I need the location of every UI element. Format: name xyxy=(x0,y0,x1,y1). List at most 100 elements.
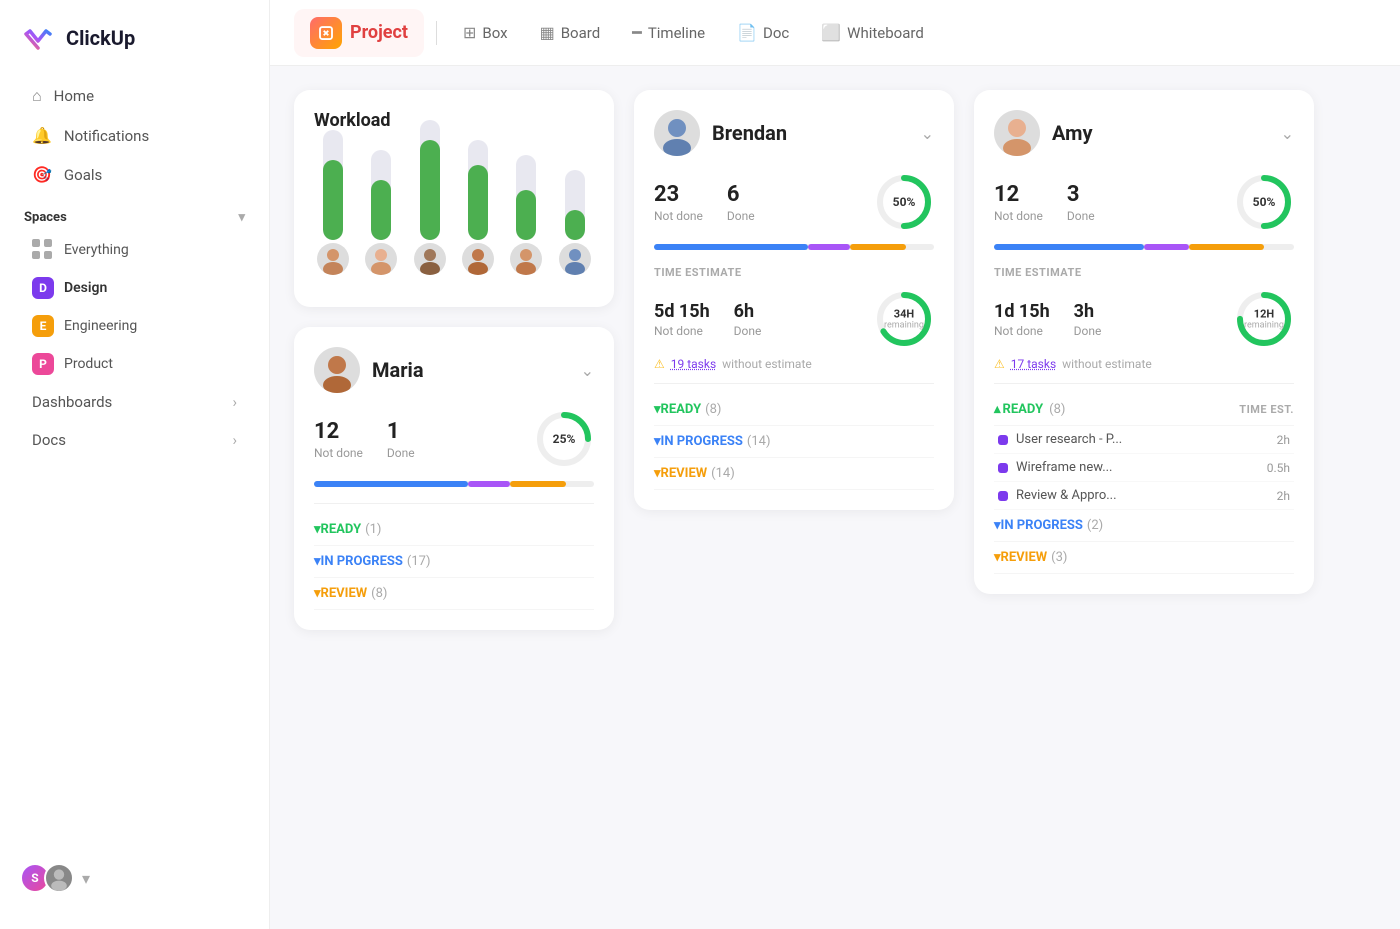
maria-header: Maria ⌄ xyxy=(314,347,594,393)
task-row-3: Review & Appro... 2h xyxy=(994,482,1294,510)
bar-fill-4 xyxy=(468,165,488,240)
clickup-logo-icon xyxy=(20,20,56,56)
amy-status-review[interactable]: ▾ REVIEW (3) xyxy=(994,542,1294,574)
bar-group-3 xyxy=(411,120,449,275)
amy-header: Amy ⌄ xyxy=(994,110,1294,156)
brendan-progress-label: IN PROGRESS xyxy=(661,434,743,449)
logo-area: ClickUp xyxy=(0,20,269,76)
amy-ready-arrow: ▴ xyxy=(994,402,1001,417)
amy-donut: 50% xyxy=(1234,172,1294,232)
maria-statuses: ▾ READY (1) ▾ IN PROGRESS (17) ▾ REVIEW xyxy=(314,503,594,610)
everything-icon xyxy=(32,239,54,261)
brendan-not-done-label: Not done xyxy=(654,209,703,223)
bar-group-6 xyxy=(556,170,594,275)
nav-divider xyxy=(436,21,437,45)
amy-time-donut: 12H remaining xyxy=(1234,289,1294,349)
amy-warning-link[interactable]: 17 tasks xyxy=(1011,357,1056,371)
sidebar-item-goals[interactable]: 🎯 Goals xyxy=(8,155,261,194)
sidebar-item-notifications-label: Notifications xyxy=(64,127,149,145)
user-dropdown-icon[interactable]: ▾ xyxy=(82,869,90,888)
brendan-card: Brendan ⌄ 23 Not done 6 Done xyxy=(634,90,954,510)
sidebar-item-everything[interactable]: Everything xyxy=(8,231,261,269)
maria-status-review[interactable]: ▾ REVIEW (8) xyxy=(314,578,594,610)
brendan-time-donut: 34H remaining xyxy=(874,289,934,349)
amy-nd-time-label: Not done xyxy=(994,324,1050,338)
bar-bg-1 xyxy=(323,130,343,240)
amy-status-inprogress[interactable]: ▾ IN PROGRESS (2) xyxy=(994,510,1294,542)
brendan-status-inprogress[interactable]: ▾ IN PROGRESS (14) xyxy=(654,426,934,458)
brendan-time-section: TIME ESTIMATE 5d 15h Not done 6h Done xyxy=(654,266,934,371)
sidebar-item-notifications[interactable]: 🔔 Notifications xyxy=(8,116,261,155)
amy-status-ready[interactable]: ▴ READY (8) TIME EST. xyxy=(994,394,1294,426)
project-tab[interactable]: Project xyxy=(294,9,424,57)
amy-info: Amy xyxy=(994,110,1093,156)
amy-warning: ⚠ 17 tasks without estimate xyxy=(994,357,1294,371)
goals-icon: 🎯 xyxy=(32,165,52,184)
amy-done-time-value: 3h xyxy=(1074,301,1102,322)
home-icon: ⌂ xyxy=(32,86,42,106)
user-avatars: S xyxy=(20,863,74,893)
sidebar-item-product[interactable]: P Product xyxy=(8,345,261,383)
maria-status-ready[interactable]: ▾ READY (1) xyxy=(314,514,594,546)
maria-ready-label: READY xyxy=(321,522,362,537)
tab-doc[interactable]: 📄 Doc xyxy=(723,15,803,50)
tab-whiteboard[interactable]: ⬜ Whiteboard xyxy=(807,15,938,50)
amy-ready-label: READY xyxy=(1003,402,1044,417)
timeline-icon: ━ xyxy=(632,23,642,42)
project-label: Project xyxy=(350,22,408,43)
brendan-done-time: 6h Done xyxy=(734,301,762,338)
amy-not-done-time-value: 1d 15h xyxy=(994,301,1050,322)
amy-done-stat: 3 Done xyxy=(1067,182,1095,223)
brendan-done-label: Done xyxy=(727,209,755,223)
main-content: Project ⊞ Box ▦ Board ━ Timeline 📄 Doc ⬜… xyxy=(270,0,1400,929)
spaces-section-label[interactable]: Spaces ▾ xyxy=(0,194,269,231)
sidebar-item-product-label: Product xyxy=(64,356,113,372)
sidebar-item-engineering[interactable]: E Engineering xyxy=(8,307,261,345)
left-column: Workload xyxy=(294,90,614,630)
maria-not-done-label: Not done xyxy=(314,446,363,460)
maria-chevron-icon[interactable]: ⌄ xyxy=(581,361,594,380)
brendan-chevron-icon[interactable]: ⌄ xyxy=(921,124,934,143)
brendan-statuses: ▾ READY (8) ▾ IN PROGRESS (14) ▾ REVIEW … xyxy=(654,383,934,490)
sidebar-item-docs[interactable]: Docs › xyxy=(8,421,261,459)
brendan-ready-count: (8) xyxy=(705,402,721,417)
bar-group-2 xyxy=(362,150,400,275)
sidebar-item-home[interactable]: ⌂ Home xyxy=(8,76,261,116)
brendan-remaining: 34H remaining xyxy=(884,308,924,331)
brendan-done-stat: 6 Done xyxy=(727,182,755,223)
tab-box[interactable]: ⊞ Box xyxy=(449,15,522,50)
brendan-status-ready[interactable]: ▾ READY (8) xyxy=(654,394,934,426)
brendan-status-review[interactable]: ▾ REVIEW (14) xyxy=(654,458,934,490)
amy-statuses: ▴ READY (8) TIME EST. User research - P.… xyxy=(994,383,1294,574)
brendan-time-label: TIME ESTIMATE xyxy=(654,266,934,279)
tab-timeline[interactable]: ━ Timeline xyxy=(618,15,719,50)
amy-review-count: (3) xyxy=(1051,550,1067,565)
task-dot-3 xyxy=(998,491,1008,501)
tab-board[interactable]: ▦ Board xyxy=(526,15,615,50)
bar-group-5 xyxy=(507,155,545,275)
amy-chevron-icon[interactable]: ⌄ xyxy=(1281,124,1294,143)
amy-ready-count: (8) xyxy=(1049,402,1065,417)
amy-review-label: REVIEW xyxy=(1001,550,1048,565)
brendan-remaining-label: 34H xyxy=(884,308,924,321)
amy-stats-row: 12 Not done 3 Done 50% xyxy=(994,172,1294,232)
amy-done-time: 3h Done xyxy=(1074,301,1102,338)
maria-status-inprogress[interactable]: ▾ IN PROGRESS (17) xyxy=(314,546,594,578)
sidebar-item-design[interactable]: D Design xyxy=(8,269,261,307)
amy-not-done-stat: 12 Not done xyxy=(994,182,1043,223)
warning-icon: ⚠ xyxy=(654,357,665,371)
maria-done-stat: 1 Done xyxy=(387,419,415,460)
brendan-ready-label: READY xyxy=(661,402,702,417)
avatar-user xyxy=(44,863,74,893)
brendan-info: Brendan xyxy=(654,110,787,156)
workload-card: Workload xyxy=(294,90,614,307)
chevron-right-icon: › xyxy=(232,431,237,449)
sidebar-item-dashboards[interactable]: Dashboards › xyxy=(8,383,261,421)
task-name-3: Review & Appro... xyxy=(1016,488,1269,503)
brendan-nd-time-label: Not done xyxy=(654,324,710,338)
bar-avatar-3 xyxy=(414,243,446,275)
brendan-warning-link[interactable]: 19 tasks xyxy=(671,357,716,371)
bar-avatar-2 xyxy=(365,243,397,275)
bar-avatar-6 xyxy=(559,243,591,275)
maria-percent-label: 25% xyxy=(553,432,576,446)
